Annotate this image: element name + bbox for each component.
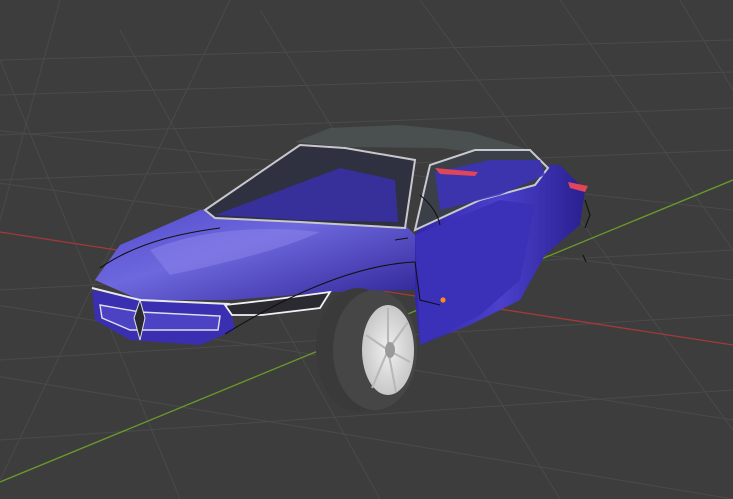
hub <box>385 342 395 358</box>
front-wheel[interactable] <box>316 288 417 412</box>
car-model[interactable] <box>91 125 591 412</box>
object-origin-point[interactable] <box>440 297 446 303</box>
3d-viewport[interactable] <box>0 0 733 499</box>
viewport-canvas[interactable] <box>0 0 733 499</box>
